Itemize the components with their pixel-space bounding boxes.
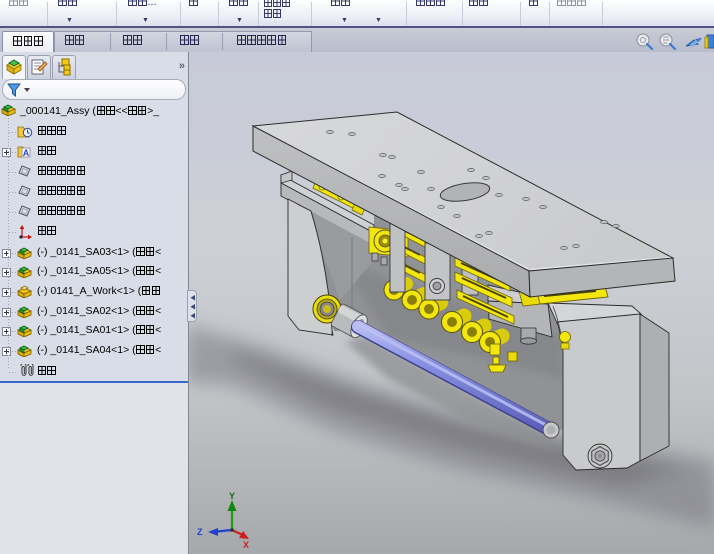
svg-text:X: X [243, 540, 249, 550]
svg-text:A: A [23, 148, 30, 158]
svg-text:Z: Z [197, 527, 203, 537]
svg-text:Y: Y [229, 491, 235, 501]
